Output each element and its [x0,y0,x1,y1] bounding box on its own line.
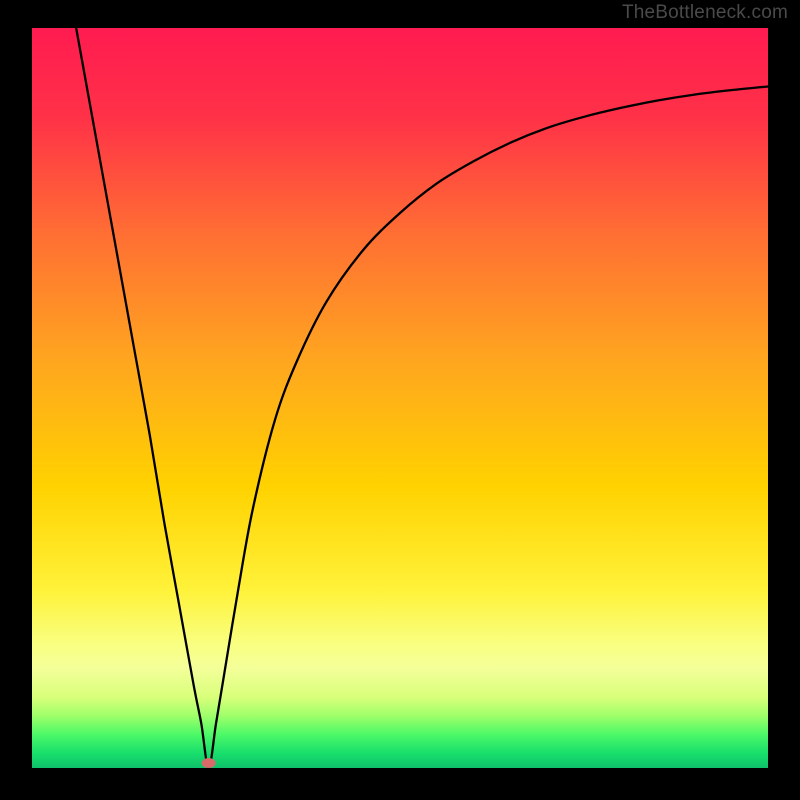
min-marker [202,758,216,768]
chart-stage: TheBottleneck.com [0,0,800,800]
watermark-text: TheBottleneck.com [622,2,788,24]
chart-svg [0,0,800,800]
